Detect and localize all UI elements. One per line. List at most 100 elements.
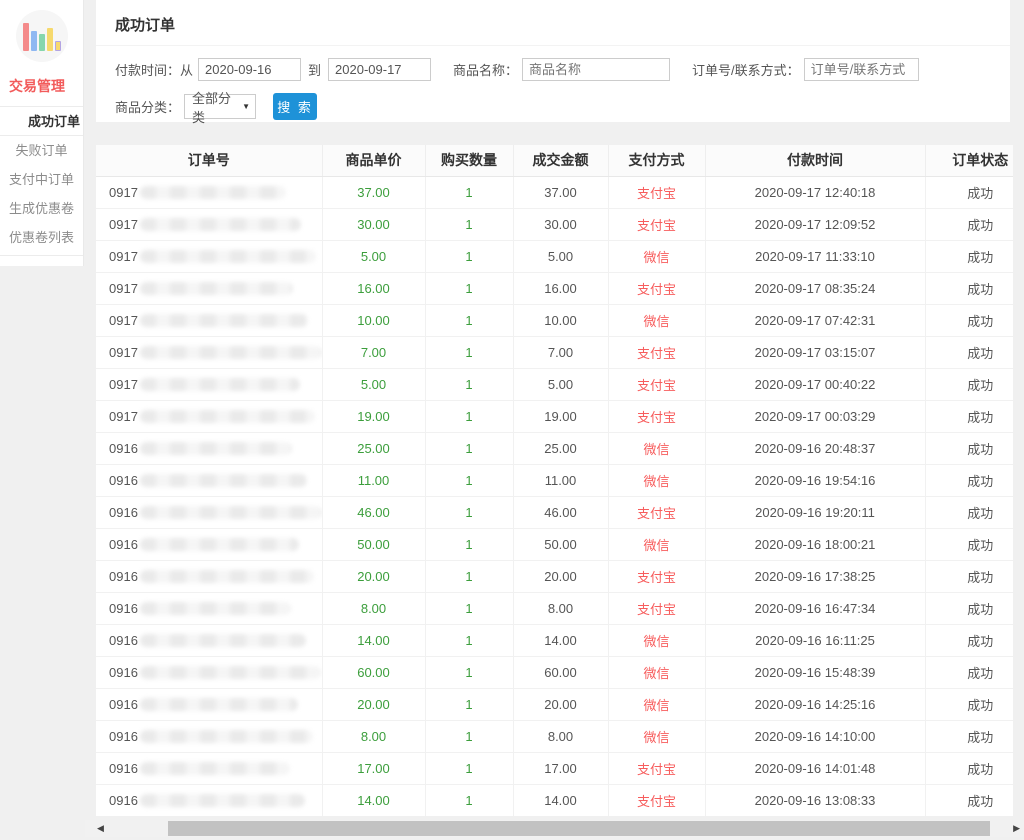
quantity-cell: 1 [425,784,513,816]
amount-cell: 19.00 [513,400,608,432]
quantity-cell: 1 [425,208,513,240]
table-row[interactable]: 0917 5.00 1 5.00 支付宝 2020-09-17 00:40:22… [96,368,1013,400]
order-number-prefix: 0916 [109,633,138,648]
unit-price-cell: 14.00 [322,624,425,656]
order-status-cell: 成功 [925,560,1013,592]
date-to-input[interactable] [328,58,431,81]
table-row[interactable]: 0917 5.00 1 5.00 微信 2020-09-17 11:33:10 … [96,240,1013,272]
table-row[interactable]: 0917 37.00 1 37.00 支付宝 2020-09-17 12:40:… [96,176,1013,208]
table-row[interactable]: 0916 50.00 1 50.00 微信 2020-09-16 18:00:2… [96,528,1013,560]
quantity-cell: 1 [425,592,513,624]
order-status-cell: 成功 [925,752,1013,784]
product-name-input[interactable] [522,58,670,81]
table-row[interactable]: 0916 20.00 1 20.00 微信 2020-09-16 14:25:1… [96,688,1013,720]
unit-price-cell: 5.00 [322,240,425,272]
order-number-cell: 0917 [96,240,322,272]
order-contact-input[interactable] [804,58,919,81]
search-button[interactable]: 搜 索 [273,93,317,120]
unit-price-cell: 10.00 [322,304,425,336]
category-select[interactable]: 全部分类 ▼ [184,94,256,119]
to-label: 到 [308,60,321,79]
redacted-order-blur [140,314,308,327]
sidebar-menu-item[interactable]: 生成优惠卷 [0,194,83,223]
redacted-order-blur [140,538,299,551]
table-row[interactable]: 0916 14.00 1 14.00 微信 2020-09-16 16:11:2… [96,624,1013,656]
table-row[interactable]: 0916 60.00 1 60.00 微信 2020-09-16 15:48:3… [96,656,1013,688]
table-row[interactable]: 0916 8.00 1 8.00 支付宝 2020-09-16 16:47:34… [96,592,1013,624]
category-select-value: 全部分类 [192,88,242,126]
table-row[interactable]: 0916 17.00 1 17.00 支付宝 2020-09-16 14:01:… [96,752,1013,784]
payment-method-cell: 支付宝 [608,176,705,208]
payment-method-cell: 微信 [608,656,705,688]
order-number-prefix: 0917 [109,249,138,264]
table-row[interactable]: 0917 30.00 1 30.00 支付宝 2020-09-17 12:09:… [96,208,1013,240]
table-row[interactable]: 0916 14.00 1 14.00 支付宝 2020-09-16 13:08:… [96,784,1013,816]
amount-cell: 50.00 [513,528,608,560]
table-row[interactable]: 0917 19.00 1 19.00 支付宝 2020-09-17 00:03:… [96,400,1013,432]
order-number-prefix: 0916 [109,601,138,616]
order-status-cell: 成功 [925,720,1013,752]
amount-cell: 46.00 [513,496,608,528]
scroll-left-arrow-icon[interactable]: ◀ [97,820,104,837]
payment-method-cell: 微信 [608,464,705,496]
table-row[interactable]: 0917 16.00 1 16.00 支付宝 2020-09-17 08:35:… [96,272,1013,304]
filter-row-2: 商品分类： 全部分类 ▼ 搜 索 [96,93,1010,120]
sidebar-menu-item[interactable]: 优惠卷列表 [0,223,83,252]
redacted-order-blur [140,346,322,359]
unit-price-cell: 37.00 [322,176,425,208]
quantity-cell: 1 [425,560,513,592]
order-number-cell: 0917 [96,304,322,336]
date-from-input[interactable] [198,58,301,81]
payment-time-cell: 2020-09-17 11:33:10 [705,240,925,272]
unit-price-cell: 16.00 [322,272,425,304]
order-status-cell: 成功 [925,688,1013,720]
amount-cell: 30.00 [513,208,608,240]
order-number-prefix: 0917 [109,377,138,392]
order-number-cell: 0916 [96,624,322,656]
payment-time-cell: 2020-09-17 00:03:29 [705,400,925,432]
redacted-order-blur [140,666,321,679]
unit-price-cell: 5.00 [322,368,425,400]
scroll-right-arrow-icon[interactable]: ▶ [1013,820,1020,837]
redacted-order-blur [140,570,314,583]
table-row[interactable]: 0916 20.00 1 20.00 支付宝 2020-09-16 17:38:… [96,560,1013,592]
quantity-cell: 1 [425,336,513,368]
payment-method-cell: 支付宝 [608,368,705,400]
order-number-cell: 0916 [96,496,322,528]
order-status-cell: 成功 [925,208,1013,240]
table-row[interactable]: 0917 10.00 1 10.00 微信 2020-09-17 07:42:3… [96,304,1013,336]
table-row[interactable]: 0916 11.00 1 11.00 微信 2020-09-16 19:54:1… [96,464,1013,496]
sidebar: 交易管理 成功订单 失败订单 支付中订单 生成优惠卷 优惠卷列表 [0,0,84,266]
order-status-cell: 成功 [925,336,1013,368]
payment-method-cell: 微信 [608,688,705,720]
table-row[interactable]: 0916 46.00 1 46.00 支付宝 2020-09-16 19:20:… [96,496,1013,528]
sidebar-menu-item[interactable]: 支付中订单 [0,165,83,194]
table-row[interactable]: 0917 7.00 1 7.00 支付宝 2020-09-17 03:15:07… [96,336,1013,368]
order-status-cell: 成功 [925,464,1013,496]
table-row[interactable]: 0916 25.00 1 25.00 微信 2020-09-16 20:48:3… [96,432,1013,464]
table-row[interactable]: 0916 8.00 1 8.00 微信 2020-09-16 14:10:00 … [96,720,1013,752]
column-header: 购买数量 [425,145,513,176]
redacted-order-blur [140,794,305,807]
order-status-cell: 成功 [925,272,1013,304]
order-number-cell: 0916 [96,592,322,624]
quantity-cell: 1 [425,432,513,464]
payment-method-cell: 支付宝 [608,336,705,368]
payment-time-cell: 2020-09-17 08:35:24 [705,272,925,304]
sidebar-menu-item[interactable]: 成功订单 [0,107,83,136]
amount-cell: 8.00 [513,720,608,752]
payment-method-cell: 支付宝 [608,752,705,784]
payment-method-cell: 微信 [608,528,705,560]
unit-price-cell: 8.00 [322,720,425,752]
sidebar-menu-item[interactable]: 失败订单 [0,136,83,165]
scrollbar-thumb[interactable] [168,821,990,836]
payment-method-cell: 微信 [608,624,705,656]
quantity-cell: 1 [425,496,513,528]
chevron-down-icon: ▼ [242,102,250,111]
bar-chart-logo-icon [16,10,68,62]
order-number-prefix: 0917 [109,409,138,424]
redacted-order-blur [140,506,322,519]
column-header: 订单状态 [925,145,1013,176]
amount-cell: 60.00 [513,656,608,688]
horizontal-scrollbar[interactable]: ◀ ▶ [85,820,1024,837]
